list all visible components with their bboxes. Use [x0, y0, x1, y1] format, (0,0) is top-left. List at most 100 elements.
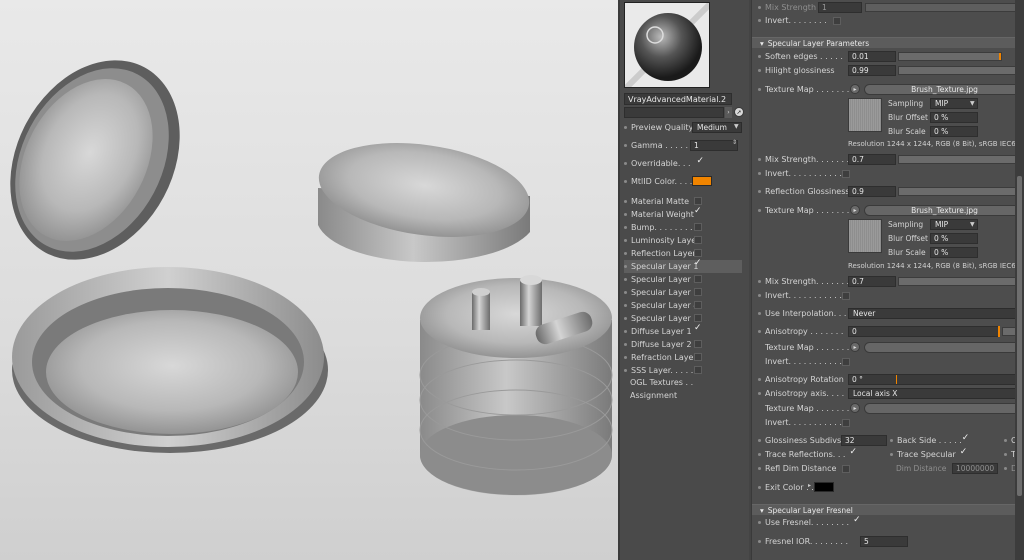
material-name-field[interactable]: VrayAdvancedMaterial.2 — [624, 93, 732, 105]
texmap2-file-button[interactable]: Brush_Texture.jpg — [864, 205, 1024, 216]
channel-item[interactable]: Material Matte — [624, 195, 742, 208]
channel-checkbox[interactable] — [694, 340, 702, 348]
trace-refl-checkbox[interactable]: ✓ — [849, 447, 857, 459]
texmap1-blur-offset-field[interactable]: 0 % — [930, 112, 978, 123]
animate-dot[interactable] — [758, 439, 761, 442]
animate-dot[interactable] — [624, 356, 627, 359]
animate-dot[interactable] — [1004, 467, 1007, 470]
top-invert-checkbox[interactable] — [832, 16, 841, 25]
specular-layer-header[interactable]: ▾ Specular Layer Parameters — [752, 37, 1024, 48]
soften-edges-slider[interactable] — [898, 52, 1002, 61]
channel-item[interactable]: Reflection Layer — [624, 247, 742, 260]
channel-item[interactable]: Specular Layer 3 — [624, 286, 742, 299]
animate-dot[interactable] — [1004, 453, 1007, 456]
channel-item[interactable]: Material Weight ✓ — [624, 206, 742, 221]
dim-distance-field[interactable]: 10000000 — [952, 463, 998, 474]
channel-item[interactable]: Diffuse Layer 1 ✓ — [624, 323, 742, 338]
animate-dot[interactable] — [624, 265, 627, 268]
channel-item[interactable]: Refraction Layer — [624, 351, 742, 364]
animate-dot[interactable] — [624, 317, 627, 320]
gamma-field[interactable]: 1 — [690, 140, 738, 151]
channel-item[interactable]: Bump. . . . . . . . — [624, 221, 742, 234]
animate-dot[interactable] — [1004, 439, 1007, 442]
back-side-checkbox[interactable]: ✓ — [962, 433, 970, 445]
channel-item[interactable]: Diffuse Layer 2 — [624, 338, 742, 351]
material-path-field[interactable] — [624, 107, 724, 118]
channel-checkbox[interactable] — [694, 353, 702, 361]
texmap3-file-button[interactable] — [864, 342, 1024, 353]
channel-checkbox[interactable] — [694, 249, 702, 257]
animate-dot[interactable] — [624, 144, 627, 147]
scrollbar-thumb[interactable] — [1017, 176, 1022, 496]
animate-dot[interactable] — [624, 162, 627, 165]
channel-checkbox[interactable] — [694, 223, 702, 231]
overridable-checkbox[interactable]: ✓ — [697, 156, 705, 168]
fresnel-header[interactable]: ▾ Specular Layer Fresnel — [752, 504, 1024, 515]
pick-icon[interactable]: ➚ — [734, 107, 744, 117]
invert1-checkbox[interactable] — [841, 169, 850, 178]
exit-color-swatch[interactable] — [814, 482, 834, 492]
use-interp-select[interactable]: Never — [848, 308, 1023, 319]
texmap1-menu-icon[interactable]: ▸ — [850, 84, 860, 94]
channel-item[interactable]: Specular Layer 4 — [624, 299, 742, 312]
soften-edges-field[interactable]: 0.01 — [848, 51, 896, 62]
channel-item[interactable]: Luminosity Layer — [624, 234, 742, 247]
animate-dot[interactable] — [758, 330, 761, 333]
path-arrow-icon[interactable]: › — [725, 107, 732, 118]
animate-dot[interactable] — [624, 126, 627, 129]
refl-gloss-slider[interactable] — [898, 187, 1023, 196]
animate-dot[interactable] — [624, 304, 627, 307]
aniso-axis-select[interactable]: Local axis X — [848, 388, 1023, 399]
fresnel-ior-field[interactable]: 5 — [860, 536, 908, 547]
channel-checkbox[interactable] — [694, 366, 702, 374]
animate-dot[interactable] — [758, 540, 761, 543]
animate-dot[interactable] — [758, 19, 761, 22]
channel-item[interactable]: Specular Layer 5 — [624, 312, 742, 325]
assignment-item[interactable]: Assignment — [630, 389, 677, 402]
animate-dot[interactable] — [624, 200, 627, 203]
animate-dot[interactable] — [624, 330, 627, 333]
animate-dot[interactable] — [758, 392, 761, 395]
texmap4-menu-icon[interactable]: ▸ — [850, 403, 860, 413]
ogl-textures-item[interactable]: OGL Textures . . — [630, 376, 693, 389]
animate-dot[interactable] — [890, 453, 893, 456]
refl-dim-checkbox[interactable] — [842, 464, 851, 473]
texmap4-file-button[interactable] — [864, 403, 1024, 414]
channel-checkbox[interactable] — [694, 288, 702, 296]
hilight-field[interactable]: 0.99 — [848, 65, 896, 76]
render-viewport[interactable] — [0, 0, 618, 560]
hilight-slider[interactable] — [898, 66, 1023, 75]
animate-dot[interactable] — [758, 467, 761, 470]
mix1-slider[interactable] — [898, 155, 1023, 164]
spinner-icon[interactable]: ⇕ — [732, 139, 737, 146]
channel-checkbox[interactable] — [694, 236, 702, 244]
material-preview[interactable] — [624, 2, 710, 88]
animate-dot[interactable] — [758, 88, 761, 91]
channel-item[interactable]: Specular Layer 1 ✓ — [624, 258, 742, 273]
animate-dot[interactable] — [758, 453, 761, 456]
refl-gloss-field[interactable]: 0.9 — [848, 186, 896, 197]
use-fresnel-checkbox[interactable]: ✓ — [853, 515, 861, 527]
channel-checkbox[interactable]: ✓ — [694, 258, 702, 270]
aniso-rot-field[interactable]: 0 ° — [848, 374, 1023, 385]
channel-item[interactable]: Specular Layer 2 — [624, 273, 742, 286]
animate-dot[interactable] — [624, 213, 627, 216]
exit-color-arrow-icon[interactable]: ▸ — [808, 482, 811, 489]
animate-dot[interactable] — [624, 252, 627, 255]
channel-checkbox[interactable]: ✓ — [694, 323, 702, 335]
animate-dot[interactable] — [758, 294, 761, 297]
anisotropy-field[interactable]: 0 — [848, 326, 1000, 337]
animate-dot[interactable] — [758, 69, 761, 72]
animate-dot[interactable] — [624, 278, 627, 281]
animate-dot[interactable] — [758, 486, 761, 489]
animate-dot[interactable] — [624, 343, 627, 346]
animate-dot[interactable] — [758, 6, 761, 9]
channel-checkbox[interactable] — [694, 314, 702, 322]
animate-dot[interactable] — [890, 439, 893, 442]
mtlid-color-swatch[interactable] — [692, 176, 712, 186]
channel-checkbox[interactable] — [694, 301, 702, 309]
animate-dot[interactable] — [624, 180, 627, 183]
animate-dot[interactable] — [758, 190, 761, 193]
mix2-field[interactable]: 0.7 — [848, 276, 896, 287]
mix1-field[interactable]: 0.7 — [848, 154, 896, 165]
